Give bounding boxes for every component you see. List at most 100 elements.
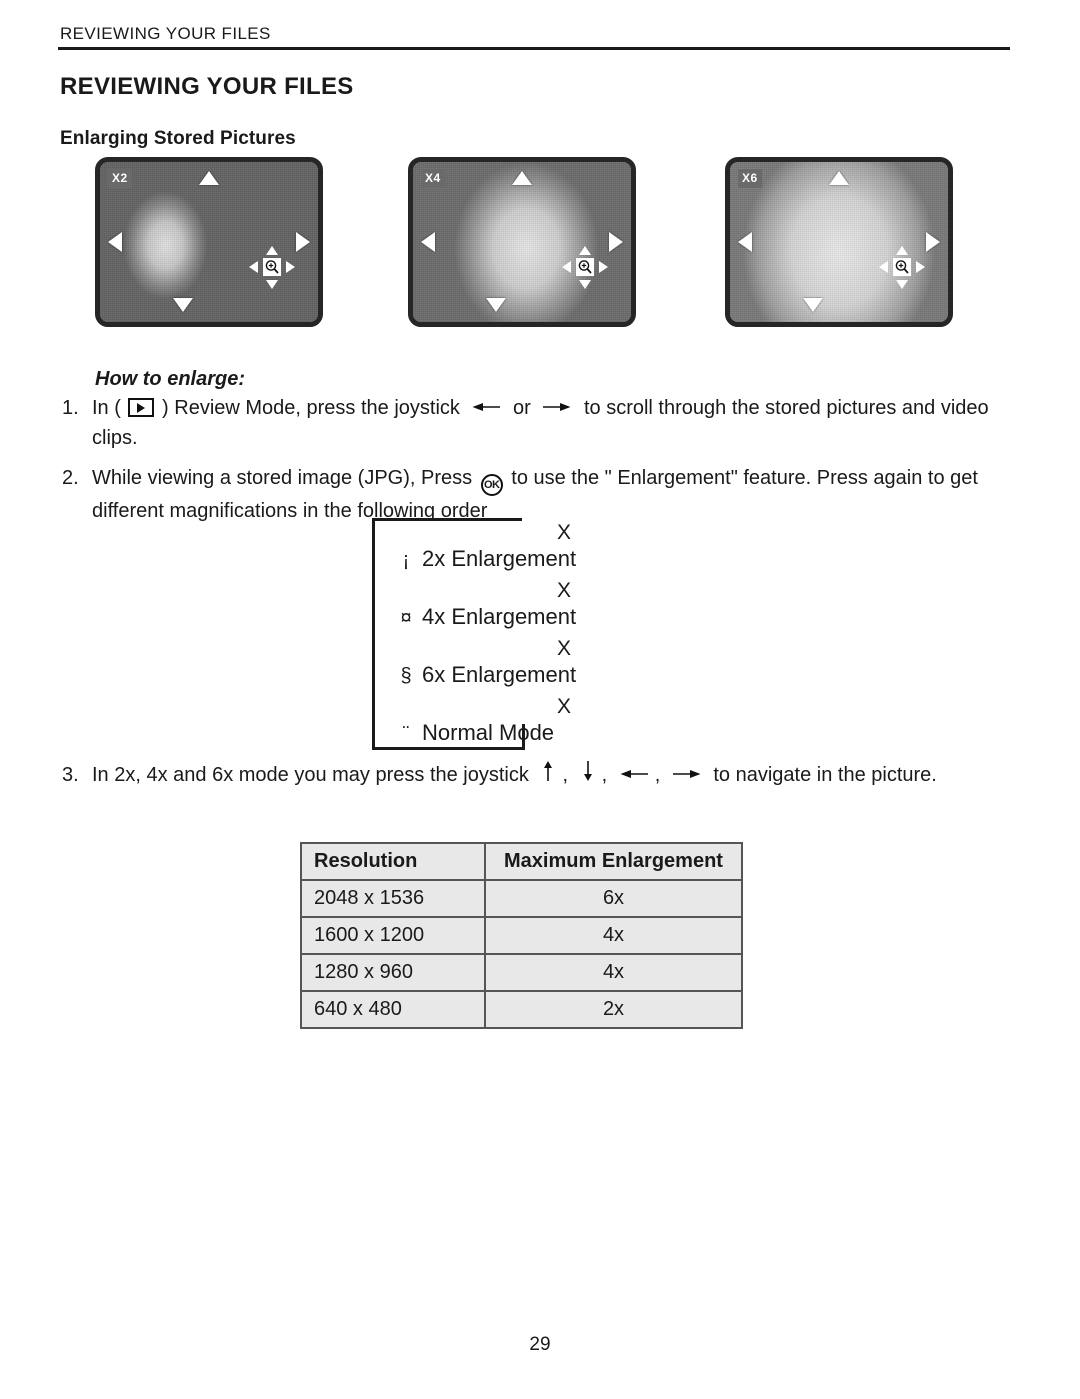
- how-to-enlarge-step3: 3. In 2x, 4x and 6x mode you may press t…: [62, 760, 1012, 800]
- step-number: 3.: [62, 764, 79, 786]
- step2-text-before: While viewing a stored image (JPG), Pres…: [92, 467, 473, 489]
- overlay-left-arrow-icon: [108, 232, 122, 252]
- comma-2: ,: [601, 764, 608, 786]
- cluster-left-arrow-icon: [879, 261, 888, 273]
- overlay-right-arrow-icon: [296, 232, 310, 252]
- overlay-left-arrow-icon: [421, 232, 435, 252]
- flow-item-6x: § 6x Enlargement: [390, 664, 720, 690]
- zoom-level-badge: X4: [421, 169, 445, 188]
- magnifier-plus-icon: [263, 258, 281, 276]
- zoom-navigation-cluster: [559, 244, 611, 290]
- flow-separator: X: [556, 521, 571, 544]
- step-number: 1.: [62, 397, 79, 419]
- flow-bullet-icon: ¨: [402, 723, 410, 745]
- overlay-right-arrow-icon: [926, 232, 940, 252]
- up-arrow-icon: [540, 760, 556, 782]
- column-header-max-enlargement: Maximum Enlargement: [484, 842, 743, 881]
- overlay-down-arrow-icon: [802, 298, 823, 312]
- step1-text-after: ) Review Mode, press the joystick: [162, 397, 460, 419]
- zoom-level-badge: X6: [738, 169, 762, 188]
- flow-item-4x: ¤ 4x Enlargement: [390, 606, 720, 632]
- left-arrow-icon: [471, 399, 501, 415]
- running-header: REVIEWING YOUR FILES: [60, 24, 271, 43]
- cluster-left-arrow-icon: [249, 261, 258, 273]
- page-number: 29: [529, 1334, 551, 1355]
- cluster-down-arrow-icon: [266, 280, 278, 289]
- zoom-navigation-cluster: [876, 244, 928, 290]
- step-number: 2.: [62, 467, 79, 489]
- flow-item-2x: ¡ 2x Enlargement: [390, 548, 720, 574]
- step3-text-before: In 2x, 4x and 6x mode you may press the …: [92, 764, 529, 786]
- overlay-down-arrow-icon: [485, 298, 506, 312]
- cell-resolution: 640 x 480: [300, 990, 486, 1029]
- flow-separator: X: [556, 579, 571, 602]
- cell-max-enlargement: 4x: [484, 916, 743, 955]
- left-arrow-icon: [619, 766, 649, 782]
- flow-item-label: 4x Enlargement: [422, 604, 577, 629]
- step-item-3: 3. In 2x, 4x and 6x mode you may press t…: [62, 760, 1012, 790]
- lcd-preview-panel-6x: X6: [725, 157, 953, 327]
- resolution-enlargement-table: Resolution Maximum Enlargement 2048 x 15…: [300, 842, 743, 1029]
- step-item-2: 2. While viewing a stored image (JPG), P…: [62, 463, 1012, 526]
- flow-item-label: Normal Mode: [422, 720, 555, 745]
- photo-grain-overlay: [100, 162, 318, 322]
- magnifier-plus-icon: [893, 258, 911, 276]
- comma-3: ,: [654, 764, 661, 786]
- step1-conjunction: or: [513, 397, 531, 419]
- lcd-preview-panel-group: X2 X4 X6: [60, 157, 1020, 329]
- how-to-enlarge-heading: How to enlarge:: [95, 368, 246, 390]
- cluster-up-arrow-icon: [896, 246, 908, 255]
- step1-text-before: In (: [92, 397, 121, 419]
- table-row: 1280 x 960 4x: [300, 953, 743, 992]
- overlay-up-arrow-icon: [829, 171, 849, 185]
- cluster-up-arrow-icon: [579, 246, 591, 255]
- table-row: 2048 x 1536 6x: [300, 879, 743, 918]
- section-title: Enlarging Stored Pictures: [60, 127, 296, 149]
- overlay-left-arrow-icon: [738, 232, 752, 252]
- enlargement-order-list: X ¡ 2x Enlargement X ¤ 4x Enlargement X …: [390, 520, 720, 752]
- magnifier-plus-icon: [576, 258, 594, 276]
- step-text: While viewing a stored image (JPG), Pres…: [92, 463, 1012, 526]
- step-item-1: 1. In ( ) Review Mode, press the joystic…: [62, 393, 1012, 453]
- ok-button-icon: OK: [480, 474, 503, 496]
- flow-item-label: 6x Enlargement: [422, 662, 577, 687]
- cluster-left-arrow-icon: [562, 261, 571, 273]
- cluster-up-arrow-icon: [266, 246, 278, 255]
- how-to-enlarge-steps: 1. In ( ) Review Mode, press the joystic…: [62, 393, 1012, 536]
- flow-separator: X: [556, 695, 571, 718]
- overlay-up-arrow-icon: [512, 171, 532, 185]
- flow-bullet-icon: §: [400, 665, 412, 687]
- zoom-level-badge: X2: [108, 169, 132, 188]
- cell-max-enlargement: 2x: [484, 990, 743, 1029]
- flow-separator: X: [556, 637, 571, 660]
- right-arrow-icon: [672, 766, 702, 782]
- header-rule: [58, 47, 1010, 50]
- comma-1: ,: [562, 764, 568, 786]
- overlay-down-arrow-icon: [172, 298, 193, 312]
- cell-resolution: 2048 x 1536: [300, 879, 486, 918]
- cell-max-enlargement: 6x: [484, 879, 743, 918]
- flow-bullet-icon: ¤: [400, 607, 412, 629]
- overlay-up-arrow-icon: [199, 171, 219, 185]
- overlay-right-arrow-icon: [609, 232, 623, 252]
- lcd-preview-panel-2x: X2: [95, 157, 323, 327]
- column-header-resolution: Resolution: [300, 842, 486, 881]
- cell-resolution: 1600 x 1200: [300, 916, 486, 955]
- cluster-right-arrow-icon: [286, 261, 295, 273]
- cluster-right-arrow-icon: [916, 261, 925, 273]
- lcd-preview-panel-4x: X4: [408, 157, 636, 327]
- step3-text-end: to navigate in the picture.: [713, 764, 937, 786]
- down-arrow-icon: [580, 760, 596, 782]
- cell-max-enlargement: 4x: [484, 953, 743, 992]
- cluster-right-arrow-icon: [599, 261, 608, 273]
- zoom-navigation-cluster: [246, 244, 298, 290]
- flow-item-label: 2x Enlargement: [422, 546, 577, 571]
- page-title: REVIEWING YOUR FILES: [60, 73, 354, 101]
- cell-resolution: 1280 x 960: [300, 953, 486, 992]
- playback-mode-icon: [128, 398, 155, 417]
- table-row: 1600 x 1200 4x: [300, 916, 743, 955]
- table-header-row: Resolution Maximum Enlargement: [300, 842, 743, 881]
- cluster-down-arrow-icon: [896, 280, 908, 289]
- right-arrow-icon: [542, 399, 572, 415]
- table-row: 640 x 480 2x: [300, 990, 743, 1029]
